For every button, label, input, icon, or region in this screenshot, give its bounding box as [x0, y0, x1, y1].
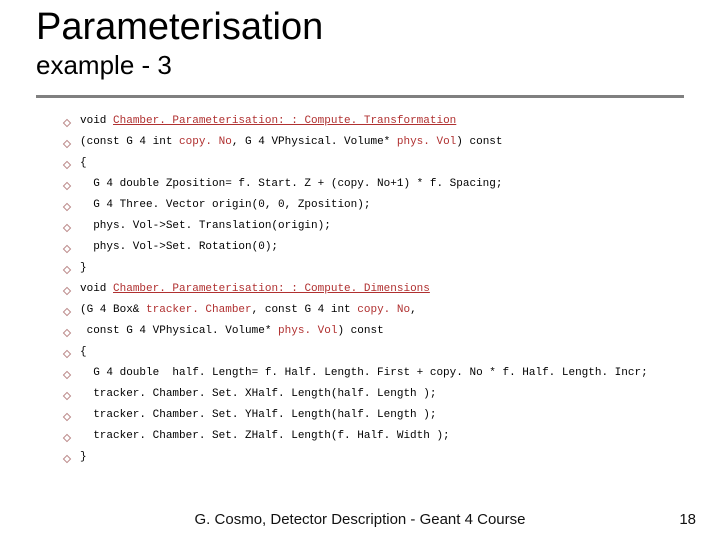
code-line: tracker. Chamber. Set. ZHalf. Length(f. …	[64, 431, 684, 442]
code-line: phys. Vol->Set. Translation(origin);	[64, 221, 684, 232]
code-line: }	[64, 452, 684, 463]
code-block: void Chamber. Parameterisation: : Comput…	[36, 116, 684, 463]
code-line: void Chamber. Parameterisation: : Comput…	[64, 284, 684, 295]
code-line: (G 4 Box& tracker. Chamber, const G 4 in…	[64, 305, 684, 316]
footer-text: G. Cosmo, Detector Description - Geant 4…	[0, 511, 720, 528]
code-line: tracker. Chamber. Set. XHalf. Length(hal…	[64, 389, 684, 400]
code-list: void Chamber. Parameterisation: : Comput…	[64, 116, 684, 463]
code-line: tracker. Chamber. Set. YHalf. Length(hal…	[64, 410, 684, 421]
code-line: void Chamber. Parameterisation: : Comput…	[64, 116, 684, 127]
code-line: G 4 double Zposition= f. Start. Z + (cop…	[64, 179, 684, 190]
code-line: {	[64, 158, 684, 169]
code-line: phys. Vol->Set. Rotation(0);	[64, 242, 684, 253]
slide-subtitle: example - 3	[36, 50, 684, 81]
code-line: {	[64, 347, 684, 358]
slide: Parameterisation example - 3 void Chambe…	[0, 0, 720, 540]
code-line: (const G 4 int copy. No, G 4 VPhysical. …	[64, 137, 684, 148]
code-line: const G 4 VPhysical. Volume* phys. Vol) …	[64, 326, 684, 337]
code-line: G 4 Three. Vector origin(0, 0, Zposition…	[64, 200, 684, 211]
divider	[36, 95, 684, 98]
code-line: G 4 double half. Length= f. Half. Length…	[64, 368, 684, 379]
slide-title: Parameterisation	[36, 8, 684, 48]
page-number: 18	[679, 511, 696, 528]
code-line: }	[64, 263, 684, 274]
